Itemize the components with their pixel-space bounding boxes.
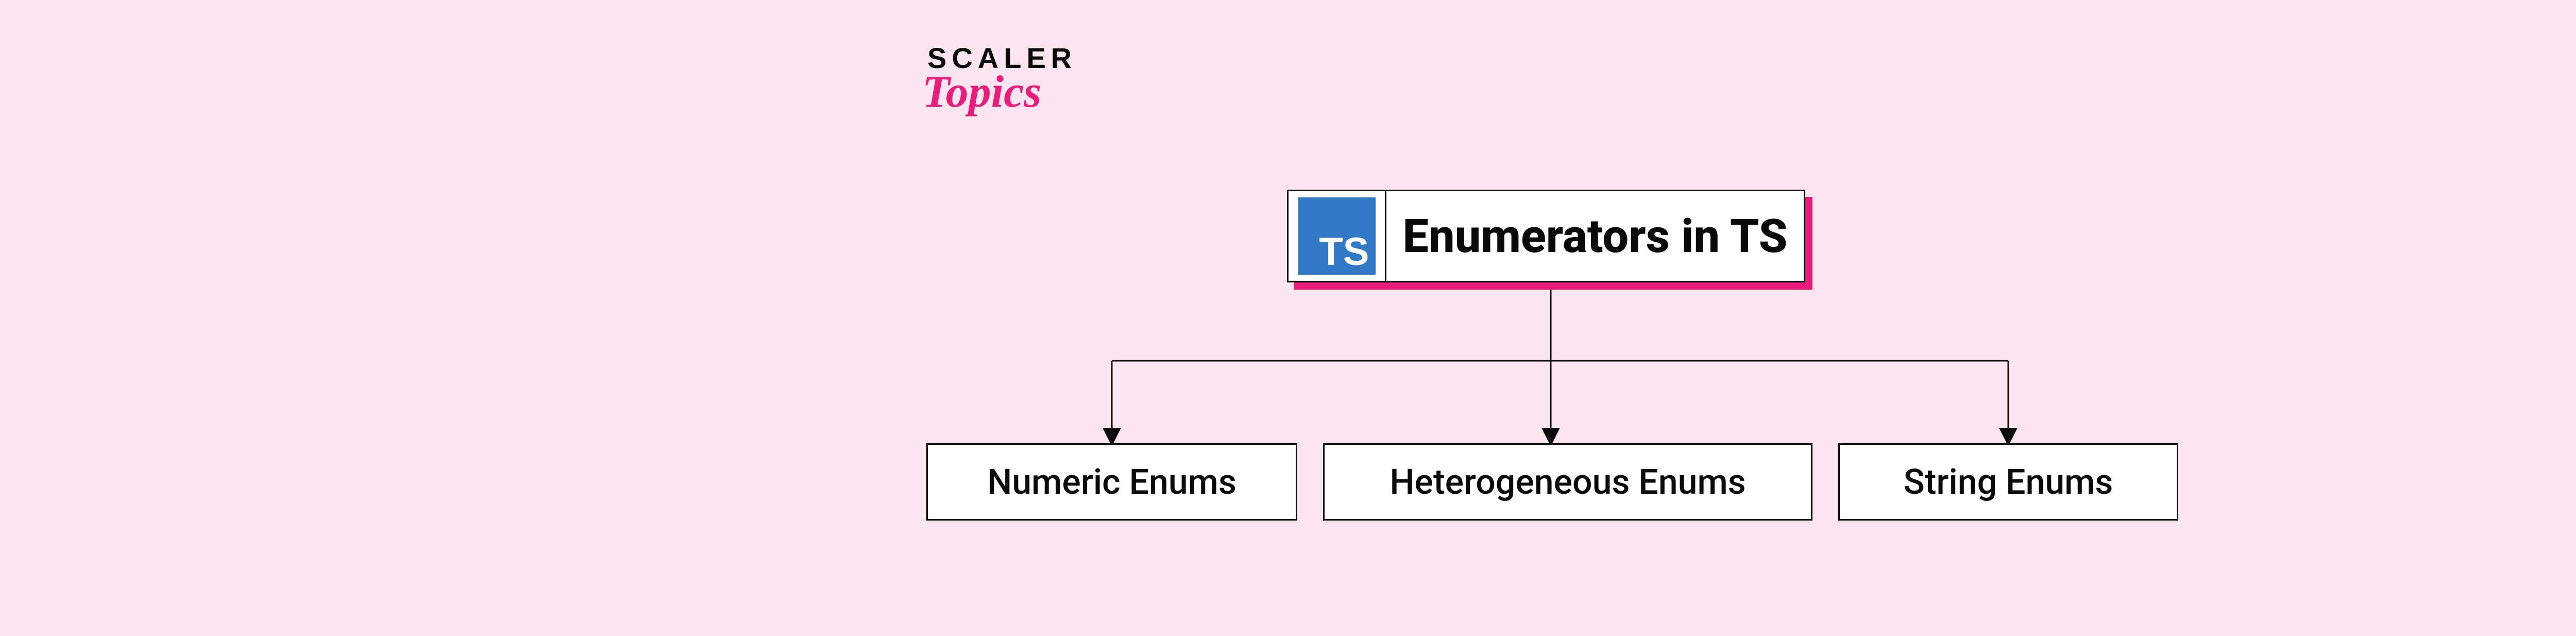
brand-logo: SCALER Topics: [927, 41, 1077, 115]
child-label: Heterogeneous Enums: [1389, 461, 1745, 503]
root-icon-cell: TS: [1289, 191, 1386, 281]
typescript-icon: TS: [1298, 197, 1376, 275]
child-node-string-enums: String Enums: [1838, 443, 2178, 521]
children-row: Numeric Enums Heterogeneous Enums String…: [926, 443, 2178, 526]
root-title-cell: Enumerators in TS: [1386, 191, 1804, 281]
child-node-numeric-enums: Numeric Enums: [926, 443, 1297, 521]
logo-topics-wrap: Topics: [922, 70, 1041, 115]
typescript-icon-label: TS: [1319, 232, 1369, 272]
root-node: TS Enumerators in TS: [1287, 190, 1812, 286]
logo-text-topics: Topics: [922, 67, 1041, 117]
child-label: Numeric Enums: [987, 461, 1236, 503]
root-title: Enumerators in TS: [1402, 209, 1787, 263]
connectors: [0, 0, 2576, 636]
root-node-box: TS Enumerators in TS: [1287, 190, 1805, 282]
child-node-heterogeneous-enums: Heterogeneous Enums: [1323, 443, 1812, 521]
child-label: String Enums: [1904, 461, 2113, 503]
diagram-canvas: SCALER Topics TS Enumerators in TS: [0, 0, 2576, 636]
